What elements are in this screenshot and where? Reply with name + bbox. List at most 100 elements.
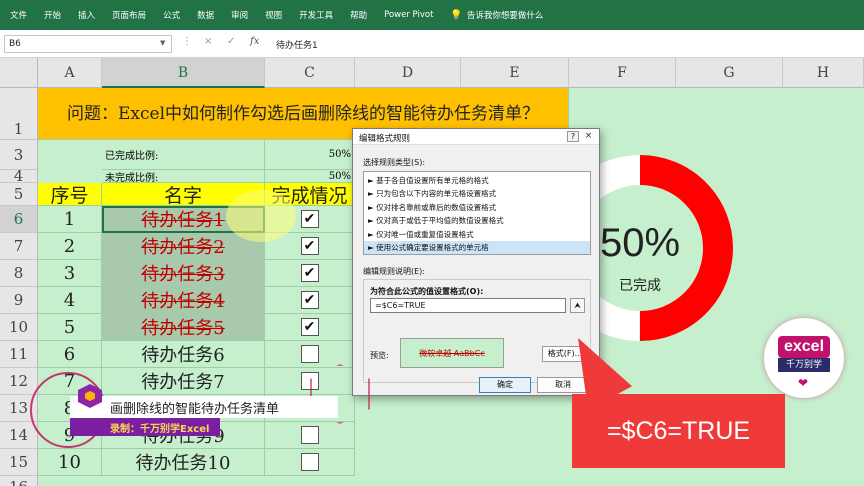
column-header-e[interactable]: E (461, 58, 569, 88)
logo-excel-text: excel (778, 336, 830, 358)
status-cell (265, 341, 355, 368)
task-number: 1 (38, 206, 102, 233)
rule-type-item[interactable]: ► 基于各自值设置所有单元格的格式 (364, 174, 590, 187)
tab-file[interactable]: 文件 (10, 9, 27, 21)
completion-checkbox[interactable]: ✔ (300, 210, 319, 228)
select-all-corner[interactable] (0, 58, 38, 88)
name-box[interactable]: B6 (4, 35, 172, 53)
chevron-down-icon[interactable]: ▼ (160, 39, 165, 47)
ribbon-tab-bar: 文件 开始 插入 页面布局 公式 数据 审阅 视图 开发工具 帮助 Power … (0, 0, 864, 30)
rule-type-item[interactable]: ► 使用公式确定要设置格式的单元格 (364, 240, 590, 255)
completion-checkbox[interactable] (300, 345, 319, 363)
row-header-4[interactable]: 4 (0, 169, 38, 184)
completion-checkbox[interactable]: ✔ (300, 291, 319, 309)
task-name-cell[interactable]: 待办任务7 (102, 368, 265, 395)
cancel-icon[interactable]: × (204, 36, 212, 47)
status-cell: ✔ (265, 314, 355, 341)
rule-description-box: 为符合此公式的值设置格式(O): =$C6=TRUE ⮝ 预览: 微软卓越 Aa… (363, 279, 591, 383)
help-button[interactable]: ? (567, 131, 579, 142)
row-header-12[interactable]: 12 (0, 368, 38, 395)
task-name-cell[interactable]: 待办任务3 (102, 260, 265, 287)
column-header-a[interactable]: A (38, 58, 102, 88)
row-header-15[interactable]: 15 (0, 449, 38, 476)
completion-checkbox[interactable]: ✔ (300, 264, 319, 282)
task-number: 2 (38, 233, 102, 260)
formula-prompt: 为符合此公式的值设置格式(O): (370, 287, 484, 296)
tab-help[interactable]: 帮助 (350, 9, 367, 21)
task-number: 3 (38, 260, 102, 287)
collapse-dialog-icon[interactable]: ⮝ (570, 298, 585, 313)
donut-percent-text: 50% (600, 221, 680, 265)
rule-formula-input[interactable]: =$C6=TRUE (370, 298, 566, 313)
completion-checkbox[interactable]: ✔ (300, 318, 319, 336)
row-header-16[interactable]: 16 (0, 476, 38, 486)
task-number: 10 (38, 449, 102, 476)
row-header-7[interactable]: 7 (0, 233, 38, 260)
close-button[interactable]: × (582, 131, 595, 142)
dialog-title: 编辑格式规则 (353, 129, 599, 145)
task-number: 4 (38, 287, 102, 314)
row-header-10[interactable]: 10 (0, 314, 38, 341)
status-cell: ✔ (265, 287, 355, 314)
rule-description-label: 编辑规则说明(E): (363, 267, 425, 276)
row-header-8[interactable]: 8 (0, 260, 38, 287)
banner-title: 画删除线的智能待办任务清单 (70, 396, 338, 418)
completed-ratio-label: 已完成比例: (102, 140, 265, 170)
rule-type-label: 选择规则类型(S): (363, 158, 426, 167)
task-name-cell[interactable]: 待办任务5 (102, 314, 265, 341)
channel-logo: excel 千万别学 ❤ (764, 318, 844, 398)
tab-developer[interactable]: 开发工具 (299, 9, 333, 21)
cursor-highlight (226, 190, 296, 242)
row-header-14[interactable]: 14 (0, 422, 38, 449)
rule-type-list[interactable]: ► 基于各自值设置所有单元格的格式 ► 只为包含以下内容的单元格设置格式 ► 仅对排… (363, 171, 591, 255)
task-number: 6 (38, 341, 102, 368)
tab-power-pivot[interactable]: Power Pivot (384, 10, 433, 20)
rule-type-item[interactable]: ► 仅对唯一值或重复值设置格式 (364, 228, 590, 241)
column-header-h[interactable]: H (783, 58, 864, 88)
tab-view[interactable]: 视图 (265, 9, 282, 21)
tab-formulas[interactable]: 公式 (163, 9, 180, 21)
tab-data[interactable]: 数据 (197, 9, 214, 21)
row-header-6[interactable]: 6 (0, 206, 38, 233)
task-name-cell[interactable]: 待办任务6 (102, 341, 265, 368)
row-header-9[interactable]: 9 (0, 287, 38, 314)
column-header-b[interactable]: B (102, 58, 265, 88)
row-header-5[interactable]: 5 (0, 183, 38, 206)
row-header-11[interactable]: 11 (0, 341, 38, 368)
column-header-d[interactable]: D (355, 58, 461, 88)
more-dots-icon: ⋮ (182, 36, 192, 47)
formula-bar: B6 ▼ ⋮ × ✓ fx 待办任务1 (0, 30, 864, 58)
task-name-cell[interactable]: 待办任务10 (102, 449, 265, 476)
completion-checkbox[interactable]: ✔ (300, 237, 319, 255)
tell-me-search[interactable]: 告诉我你想要做什么 (467, 9, 544, 21)
rule-type-item[interactable]: ► 只为包含以下内容的单元格设置格式 (364, 187, 590, 200)
insert-function-icon[interactable]: fx (250, 36, 259, 47)
rule-type-item[interactable]: ► 仅对高于或低于平均值的数值设置格式 (364, 214, 590, 227)
logo-subtitle: 千万别学 (778, 358, 830, 372)
lightbulb-icon: 💡 (450, 9, 463, 21)
completion-checkbox[interactable] (300, 453, 319, 471)
tab-review[interactable]: 审阅 (231, 9, 248, 21)
tab-home[interactable]: 开始 (44, 9, 61, 21)
ok-button[interactable]: 确定 (479, 377, 531, 393)
row-header-1[interactable]: 1 (0, 88, 38, 140)
row-header-3[interactable]: 3 (0, 140, 38, 170)
rule-type-item[interactable]: ► 仅对排名靠前或靠后的数值设置格式 (364, 201, 590, 214)
column-header-g[interactable]: G (676, 58, 783, 88)
heart-icon: ❤ (798, 376, 809, 390)
status-cell (265, 449, 355, 476)
column-header-f[interactable]: F (569, 58, 676, 88)
tab-insert[interactable]: 插入 (78, 9, 95, 21)
column-header-c[interactable]: C (265, 58, 355, 88)
donut-label: 已完成 (619, 278, 661, 294)
task-name-cell[interactable]: 待办任务4 (102, 287, 265, 314)
completed-ratio-value: 50% (265, 140, 355, 170)
enter-icon[interactable]: ✓ (227, 36, 235, 47)
uncompleted-ratio-value: 50% (265, 170, 355, 183)
formula-input[interactable]: 待办任务1 (270, 35, 860, 53)
uncompleted-ratio-label: 未完成比例: (102, 170, 265, 183)
task-number: 5 (38, 314, 102, 341)
formula-callout: =$C6=TRUE (572, 394, 785, 468)
tab-page-layout[interactable]: 页面布局 (112, 9, 146, 21)
preview-label: 预览: (370, 351, 389, 360)
